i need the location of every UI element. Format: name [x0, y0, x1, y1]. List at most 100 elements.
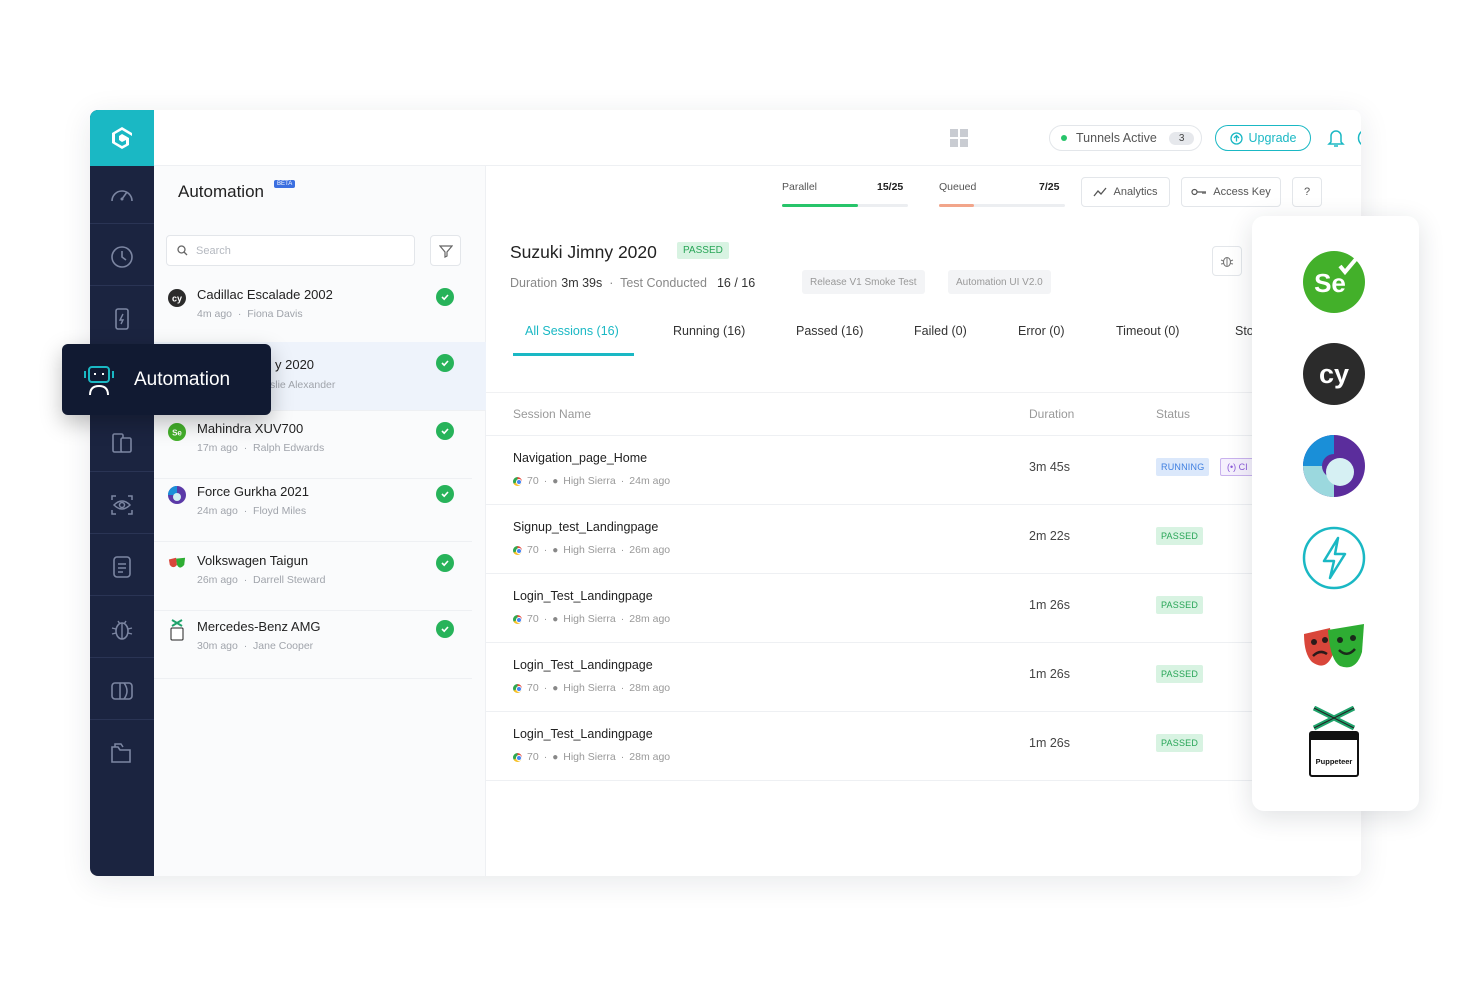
- help-button[interactable]: ?: [1292, 177, 1322, 207]
- tag-chip[interactable]: Release V1 Smoke Test: [802, 270, 925, 294]
- bell-icon[interactable]: [1327, 128, 1345, 148]
- session-duration: 1m 26s: [1029, 598, 1070, 612]
- table-row[interactable]: Login_Test_Landingpage 70 · ● High Sierra · 2…: [486, 643, 1361, 712]
- page-title: Automation: [178, 182, 264, 201]
- session-name: Login_Test_Landingpage: [513, 589, 653, 603]
- user-avatar-icon[interactable]: [1357, 128, 1361, 148]
- search-input[interactable]: [196, 244, 396, 257]
- svg-text:Se: Se: [172, 429, 182, 438]
- tab-error[interactable]: Error (0): [1018, 324, 1065, 338]
- queued-label: Queued: [939, 181, 977, 193]
- build-item[interactable]: Volkswagen Taigun 26m ago · Darrell Stew…: [154, 543, 472, 611]
- tunnels-count: 3: [1168, 131, 1195, 145]
- column-session-name: Session Name: [513, 407, 592, 421]
- filter-icon: [438, 244, 453, 258]
- session-meta: 70 · ● High Sierra · 24m ago: [513, 475, 670, 487]
- upgrade-button[interactable]: Upgrade: [1215, 125, 1311, 151]
- apple-icon: ●: [552, 475, 559, 487]
- automation-tooltip: Automation: [62, 344, 271, 415]
- passed-check-icon: [436, 485, 454, 503]
- hyperexecute-icon: [168, 486, 186, 504]
- parallel-bar-fill: [782, 204, 858, 207]
- table-row[interactable]: Navigation_page_Home 70 · ● High Sierra · 24m…: [486, 436, 1361, 505]
- tab-all-sessions[interactable]: All Sessions (16): [525, 324, 619, 338]
- passed-check-icon: [436, 554, 454, 572]
- build-item[interactable]: Se Mahindra XUV700 17m ago · Ralph Edwar…: [154, 411, 472, 479]
- chrome-icon: [513, 545, 522, 555]
- beta-badge: BETA: [274, 180, 296, 188]
- session-duration: 2m 22s: [1029, 529, 1070, 543]
- tunnel-status-dot: [1061, 135, 1067, 141]
- active-tab-indicator: [513, 353, 634, 356]
- build-meta: 4m ago · Fiona Davis: [197, 308, 303, 320]
- tab-running[interactable]: Running (16): [673, 324, 745, 338]
- playwright-logo-icon: [1304, 624, 1364, 668]
- apple-icon: ●: [552, 613, 559, 625]
- status-badge: PASSED: [1156, 596, 1204, 614]
- nav-reports[interactable]: [90, 538, 154, 596]
- nav-devices[interactable]: [90, 414, 154, 472]
- report-bug-button[interactable]: [1212, 246, 1242, 276]
- clock-icon: [111, 245, 133, 268]
- session-name: Navigation_page_Home: [513, 451, 648, 465]
- search-box: [166, 235, 415, 266]
- help-label: ?: [1303, 186, 1311, 198]
- build-item[interactable]: cy Cadillac Escalade 2002 4m ago · Fiona…: [154, 277, 472, 345]
- tab-failed[interactable]: Failed (0): [914, 324, 967, 338]
- svg-text:cy: cy: [172, 294, 182, 304]
- build-item[interactable]: Mercedes-Benz AMG 30m ago · Jane Cooper: [154, 609, 472, 679]
- cypress-logo-icon: cy: [1303, 343, 1365, 405]
- build-title: Suzuki Jimny 2020: [510, 242, 657, 262]
- filter-button[interactable]: [430, 235, 461, 266]
- build-item[interactable]: Force Gurkha 2021 24m ago · Floyd Miles: [154, 474, 472, 542]
- apple-icon: ●: [552, 544, 559, 556]
- table-row[interactable]: Login_Test_Landingpage 70 · ● High Sierra · 2…: [486, 574, 1361, 643]
- parallel-value: 15/25: [877, 181, 904, 193]
- apps-grid-icon[interactable]: [950, 129, 968, 147]
- frameworks-card: Se cy Puppeteer: [1252, 216, 1419, 811]
- session-name: Login_Test_Landingpage: [513, 658, 653, 672]
- nav-dashboard[interactable]: [90, 166, 154, 224]
- bug-icon: [1220, 256, 1234, 268]
- puppeteer-logo-icon: Puppeteer: [1309, 706, 1359, 777]
- chrome-icon: [513, 683, 522, 693]
- build-meta: 26m ago · Darrell Steward: [197, 574, 326, 586]
- access-key-label: Access Key: [1213, 186, 1271, 198]
- lambdatest-logo[interactable]: [90, 110, 154, 166]
- nav-visual[interactable]: [90, 476, 154, 534]
- column-status: Status: [1156, 407, 1191, 421]
- robot-icon: [84, 365, 114, 395]
- compare-icon: [111, 681, 133, 700]
- table-row[interactable]: Login_Test_Landingpage 70 · ● High Sierra · 2…: [486, 712, 1361, 781]
- tooltip-label: Automation: [134, 368, 231, 390]
- session-meta: 70 · ● High Sierra · 26m ago: [513, 544, 670, 556]
- device-bolt-icon: [115, 307, 129, 330]
- tab-timeout[interactable]: Timeout (0): [1116, 324, 1179, 338]
- selenium-logo-icon: Se: [1303, 251, 1365, 313]
- devices-icon: [112, 432, 132, 453]
- tab-passed[interactable]: Passed (16): [796, 324, 863, 338]
- apple-icon: ●: [552, 751, 559, 763]
- session-duration: 1m 26s: [1029, 667, 1070, 681]
- nav-files[interactable]: [90, 724, 154, 782]
- nav-issues[interactable]: [90, 600, 154, 658]
- table-row[interactable]: Signup_test_Landingpage 70 · ● High Sierra ·…: [486, 505, 1361, 574]
- passed-check-icon: [436, 620, 454, 638]
- analytics-button[interactable]: Analytics: [1081, 177, 1170, 207]
- puppeteer-icon: [170, 619, 184, 641]
- tunnels-status[interactable]: Tunnels Active 3: [1049, 125, 1202, 151]
- nav-compare[interactable]: [90, 662, 154, 720]
- nav-history[interactable]: [90, 228, 154, 286]
- access-key-button[interactable]: Access Key: [1181, 177, 1281, 207]
- tag-chip[interactable]: Automation UI V2.0: [948, 270, 1051, 294]
- bug-icon: [111, 620, 133, 640]
- tab-stopped[interactable]: Sto: [1235, 324, 1254, 338]
- sessions-table-header: Session Name Duration Status: [486, 392, 1361, 436]
- svg-text:Puppeteer: Puppeteer: [1316, 757, 1353, 766]
- nav-realtime[interactable]: [90, 290, 154, 348]
- top-bar: Tunnels Active 3 Upgrade: [154, 110, 1361, 166]
- session-tabs: All Sessions (16) Running (16) Passed (1…: [486, 324, 1361, 358]
- session-name: Login_Test_Landingpage: [513, 727, 653, 741]
- selenium-icon: Se: [168, 423, 186, 441]
- speedometer-icon: [111, 189, 133, 201]
